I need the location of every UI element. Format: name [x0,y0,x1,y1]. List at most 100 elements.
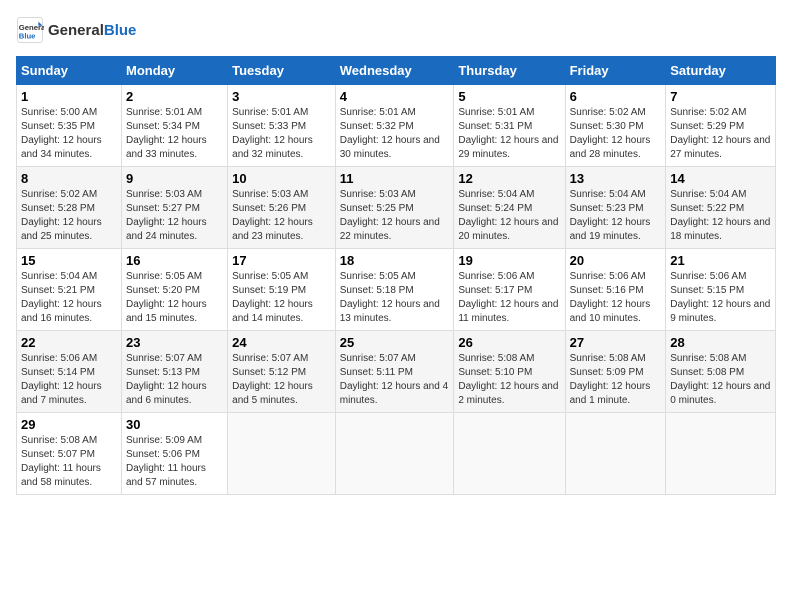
logo: General Blue GeneralBlue [16,16,136,44]
day-number: 23 [126,335,223,350]
day-info: Sunrise: 5:08 AMSunset: 5:09 PMDaylight:… [570,352,662,408]
calendar-week-row: 8 Sunrise: 5:02 AMSunset: 5:28 PMDaylight… [17,167,776,249]
weekday-header: Friday [565,57,666,85]
day-number: 4 [340,89,450,104]
day-number: 18 [340,253,450,268]
weekday-header: Saturday [666,57,776,85]
day-info: Sunrise: 5:08 AMSunset: 5:07 PMDaylight:… [21,434,117,490]
day-info: Sunrise: 5:07 AMSunset: 5:11 PMDaylight:… [340,352,450,408]
calendar-body: 1Sunrise: 5:00 AMSunset: 5:35 PMDaylight… [17,85,776,495]
calendar-cell: 15Sunrise: 5:04 AMSunset: 5:21 PMDayligh… [17,249,122,331]
calendar-cell: 28Sunrise: 5:08 AMSunset: 5:08 PMDayligh… [666,331,776,413]
day-info: Sunrise: 5:04 AMSunset: 5:22 PMDaylight:… [670,188,771,244]
day-number: 22 [21,335,117,350]
day-info: Sunrise: 5:08 AMSunset: 5:08 PMDaylight:… [670,352,771,408]
calendar-cell: 2 Sunrise: 5:01 AMSunset: 5:34 PMDaylight… [121,85,227,167]
calendar-cell [228,413,336,495]
day-info: Sunrise: 5:04 AMSunset: 5:21 PMDaylight:… [21,270,117,326]
day-number: 5 [458,89,560,104]
calendar-cell: 8 Sunrise: 5:02 AMSunset: 5:28 PMDaylight… [17,167,122,249]
day-number: 6 [570,89,662,104]
calendar-cell: 9 Sunrise: 5:03 AMSunset: 5:27 PMDaylight… [121,167,227,249]
day-number: 19 [458,253,560,268]
day-number: 10 [232,171,331,186]
day-number: 17 [232,253,331,268]
day-number: 11 [340,171,450,186]
day-number: 14 [670,171,771,186]
calendar-cell: 1Sunrise: 5:00 AMSunset: 5:35 PMDaylight… [17,85,122,167]
day-info: Sunrise: 5:02 AMSunset: 5:30 PMDaylight:… [570,106,662,162]
calendar-cell: 27 Sunrise: 5:08 AMSunset: 5:09 PMDayligh… [565,331,666,413]
day-info: Sunrise: 5:01 AMSunset: 5:32 PMDaylight:… [340,106,450,162]
day-info: Sunrise: 5:05 AMSunset: 5:20 PMDaylight:… [126,270,223,326]
calendar-cell: 21 Sunrise: 5:06 AMSunset: 5:15 PMDayligh… [666,249,776,331]
day-info: Sunrise: 5:03 AMSunset: 5:27 PMDaylight:… [126,188,223,244]
calendar-cell: 19 Sunrise: 5:06 AMSunset: 5:17 PMDayligh… [454,249,565,331]
calendar-week-row: 1Sunrise: 5:00 AMSunset: 5:35 PMDaylight… [17,85,776,167]
calendar-header-row: SundayMondayTuesdayWednesdayThursdayFrid… [17,57,776,85]
day-number: 2 [126,89,223,104]
day-number: 26 [458,335,560,350]
day-info: Sunrise: 5:01 AMSunset: 5:31 PMDaylight:… [458,106,560,162]
calendar-cell: 23 Sunrise: 5:07 AMSunset: 5:13 PMDayligh… [121,331,227,413]
day-number: 12 [458,171,560,186]
logo-icon: General Blue [16,16,44,44]
calendar-cell [565,413,666,495]
day-number: 24 [232,335,331,350]
calendar-cell: 14 Sunrise: 5:04 AMSunset: 5:22 PMDayligh… [666,167,776,249]
svg-text:Blue: Blue [19,31,36,40]
day-number: 27 [570,335,662,350]
day-info: Sunrise: 5:08 AMSunset: 5:10 PMDaylight:… [458,352,560,408]
calendar-cell [454,413,565,495]
day-number: 20 [570,253,662,268]
calendar-cell: 16Sunrise: 5:05 AMSunset: 5:20 PMDayligh… [121,249,227,331]
calendar-cell [666,413,776,495]
calendar-cell: 11 Sunrise: 5:03 AMSunset: 5:25 PMDayligh… [335,167,454,249]
day-info: Sunrise: 5:00 AMSunset: 5:35 PMDaylight:… [21,106,117,162]
calendar-cell: 29Sunrise: 5:08 AMSunset: 5:07 PMDayligh… [17,413,122,495]
weekday-header: Wednesday [335,57,454,85]
day-info: Sunrise: 5:06 AMSunset: 5:14 PMDaylight:… [21,352,117,408]
calendar-cell: 26 Sunrise: 5:08 AMSunset: 5:10 PMDayligh… [454,331,565,413]
calendar-week-row: 29Sunrise: 5:08 AMSunset: 5:07 PMDayligh… [17,413,776,495]
day-number: 7 [670,89,771,104]
calendar-cell: 17 Sunrise: 5:05 AMSunset: 5:19 PMDayligh… [228,249,336,331]
weekday-header: Monday [121,57,227,85]
day-number: 30 [126,417,223,432]
calendar-cell: 30Sunrise: 5:09 AMSunset: 5:06 PMDayligh… [121,413,227,495]
day-info: Sunrise: 5:04 AMSunset: 5:24 PMDaylight:… [458,188,560,244]
day-info: Sunrise: 5:01 AMSunset: 5:33 PMDaylight:… [232,106,331,162]
header: General Blue GeneralBlue [16,16,776,44]
calendar-cell: 22 Sunrise: 5:06 AMSunset: 5:14 PMDayligh… [17,331,122,413]
calendar-week-row: 15Sunrise: 5:04 AMSunset: 5:21 PMDayligh… [17,249,776,331]
day-info: Sunrise: 5:07 AMSunset: 5:13 PMDaylight:… [126,352,223,408]
day-info: Sunrise: 5:03 AMSunset: 5:25 PMDaylight:… [340,188,450,244]
day-info: Sunrise: 5:05 AMSunset: 5:18 PMDaylight:… [340,270,450,326]
day-number: 13 [570,171,662,186]
calendar-cell: 24Sunrise: 5:07 AMSunset: 5:12 PMDayligh… [228,331,336,413]
day-info: Sunrise: 5:04 AMSunset: 5:23 PMDaylight:… [570,188,662,244]
calendar-cell: 25Sunrise: 5:07 AMSunset: 5:11 PMDayligh… [335,331,454,413]
weekday-header: Sunday [17,57,122,85]
day-info: Sunrise: 5:02 AMSunset: 5:28 PMDaylight:… [21,188,117,244]
calendar-cell: 5 Sunrise: 5:01 AMSunset: 5:31 PMDaylight… [454,85,565,167]
calendar-cell: 20 Sunrise: 5:06 AMSunset: 5:16 PMDayligh… [565,249,666,331]
day-number: 3 [232,89,331,104]
calendar-cell: 6 Sunrise: 5:02 AMSunset: 5:30 PMDaylight… [565,85,666,167]
day-info: Sunrise: 5:06 AMSunset: 5:16 PMDaylight:… [570,270,662,326]
calendar-cell: 18 Sunrise: 5:05 AMSunset: 5:18 PMDayligh… [335,249,454,331]
day-info: Sunrise: 5:06 AMSunset: 5:15 PMDaylight:… [670,270,771,326]
calendar-cell: 10 Sunrise: 5:03 AMSunset: 5:26 PMDayligh… [228,167,336,249]
calendar-cell: 13 Sunrise: 5:04 AMSunset: 5:23 PMDayligh… [565,167,666,249]
calendar-cell: 4 Sunrise: 5:01 AMSunset: 5:32 PMDaylight… [335,85,454,167]
day-info: Sunrise: 5:06 AMSunset: 5:17 PMDaylight:… [458,270,560,326]
weekday-header: Tuesday [228,57,336,85]
day-info: Sunrise: 5:05 AMSunset: 5:19 PMDaylight:… [232,270,331,326]
day-number: 9 [126,171,223,186]
calendar-week-row: 22 Sunrise: 5:06 AMSunset: 5:14 PMDayligh… [17,331,776,413]
day-info: Sunrise: 5:01 AMSunset: 5:34 PMDaylight:… [126,106,223,162]
day-info: Sunrise: 5:02 AMSunset: 5:29 PMDaylight:… [670,106,771,162]
day-info: Sunrise: 5:03 AMSunset: 5:26 PMDaylight:… [232,188,331,244]
day-number: 21 [670,253,771,268]
day-number: 8 [21,171,117,186]
